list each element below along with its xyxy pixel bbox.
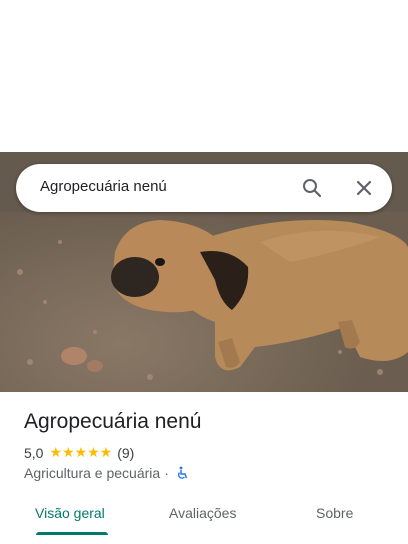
category-separator: · <box>164 465 169 481</box>
rating-stars: ★★★★★ <box>49 444 113 460</box>
category-row: Agricultura e pecuária · <box>24 465 189 481</box>
tab-sobre[interactable]: Sobre <box>316 505 353 521</box>
wheelchair-icon <box>175 466 189 480</box>
search-bar[interactable]: Agropecuária nenú <box>16 164 392 212</box>
tab-visao-geral[interactable]: Visão geral <box>35 505 105 521</box>
place-title: Agropecuária nenú <box>24 410 202 433</box>
search-input[interactable]: Agropecuária nenú <box>40 178 167 195</box>
category-label[interactable]: Agricultura e pecuária <box>24 465 160 481</box>
rating-value: 5,0 <box>24 444 44 461</box>
close-icon[interactable] <box>352 176 376 200</box>
search-icon[interactable] <box>300 176 324 200</box>
map-area <box>0 0 408 152</box>
tab-bar: Visão geral Avaliações Sobre <box>0 498 408 538</box>
place-info-panel: Agropecuária nenú 5,0 ★★★★★ (9) Agricult… <box>0 392 408 544</box>
active-tab-indicator <box>36 532 108 535</box>
rating-row[interactable]: 5,0 ★★★★★ (9) <box>24 444 134 461</box>
tab-avaliacoes[interactable]: Avaliações <box>169 505 236 521</box>
review-count[interactable]: (9) <box>117 445 134 461</box>
